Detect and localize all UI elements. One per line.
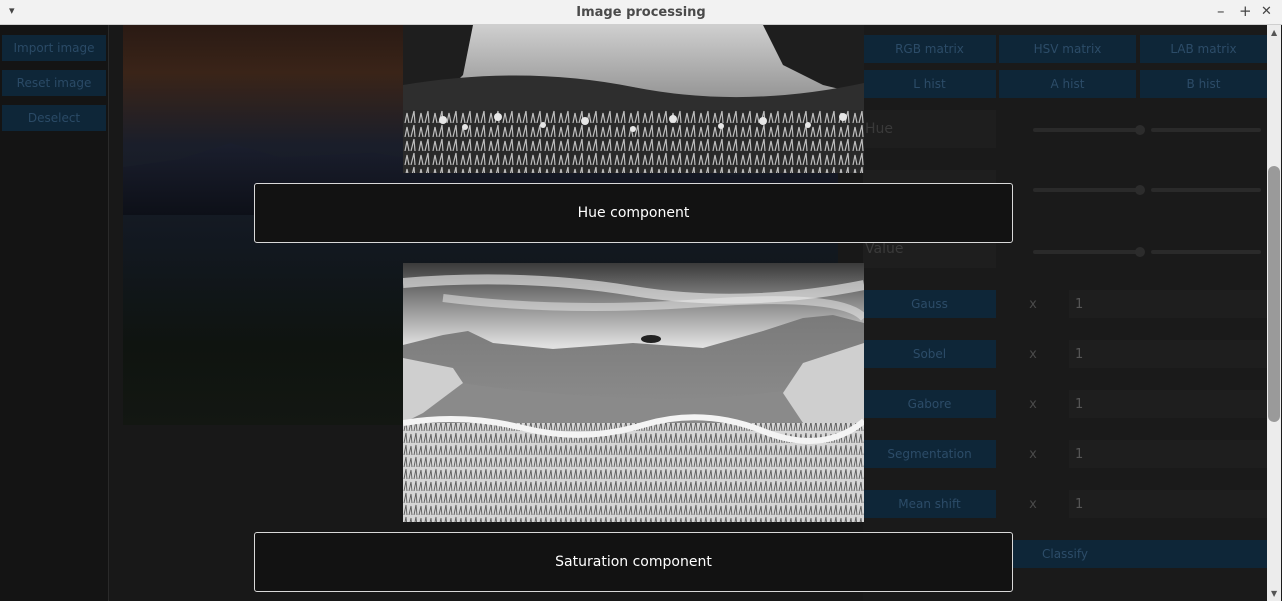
- value-slider-min[interactable]: [1033, 250, 1143, 254]
- close-icon[interactable]: ✕: [1261, 4, 1272, 19]
- right-panel: RGB matrix HSV matrix LAB matrix L hist …: [863, 25, 1267, 601]
- mean-shift-value-field[interactable]: 1: [1069, 490, 1267, 518]
- b-hist-button[interactable]: B hist: [1140, 70, 1267, 98]
- saturation-slider-max[interactable]: [1151, 188, 1261, 192]
- value-slider-handle[interactable]: [1135, 247, 1145, 257]
- gabore-button[interactable]: Gabore: [863, 390, 996, 418]
- hue-component-graphic: [403, 25, 864, 173]
- mean-shift-button[interactable]: Mean shift: [863, 490, 996, 518]
- maximize-icon[interactable]: +: [1239, 2, 1252, 20]
- segmentation-value-field[interactable]: 1: [1069, 440, 1267, 468]
- segmentation-x-label: x: [1029, 447, 1037, 462]
- hue-slider-handle[interactable]: [1135, 125, 1145, 135]
- gauss-value-field[interactable]: 1: [1069, 290, 1267, 318]
- saturation-slider-min[interactable]: [1033, 188, 1143, 192]
- minimize-icon[interactable]: –: [1217, 2, 1225, 20]
- window-titlebar: ▾ Image processing – + ✕: [0, 0, 1282, 25]
- hsv-matrix-button[interactable]: HSV matrix: [999, 35, 1136, 63]
- window-title: Image processing: [576, 5, 706, 20]
- gauss-button[interactable]: Gauss: [863, 290, 996, 318]
- scrollbar-thumb[interactable]: [1268, 166, 1280, 422]
- value-slider-label: Value: [865, 241, 904, 257]
- l-hist-button[interactable]: L hist: [863, 70, 996, 98]
- hue-slider-min[interactable]: [1033, 128, 1143, 132]
- gabore-value-field[interactable]: 1: [1069, 390, 1267, 418]
- hue-component-caption: Hue component: [254, 183, 1013, 243]
- hue-slider-label: Hue: [865, 121, 894, 137]
- reset-image-button[interactable]: Reset image: [2, 70, 106, 96]
- value-slider-max[interactable]: [1151, 250, 1261, 254]
- left-panel: Import image Reset image Deselect: [0, 25, 109, 601]
- sobel-value-field[interactable]: 1: [1069, 340, 1267, 368]
- saturation-component-graphic: [403, 263, 864, 522]
- a-hist-button[interactable]: A hist: [999, 70, 1136, 98]
- lab-matrix-button[interactable]: LAB matrix: [1140, 35, 1267, 63]
- scroll-down-icon[interactable]: ▼: [1271, 589, 1277, 598]
- scroll-up-icon[interactable]: ▲: [1271, 28, 1277, 37]
- mean-shift-x-label: x: [1029, 497, 1037, 512]
- deselect-button[interactable]: Deselect: [2, 105, 106, 131]
- hue-component-image: [403, 25, 864, 173]
- gauss-x-label: x: [1029, 297, 1037, 312]
- hue-slider-max[interactable]: [1151, 128, 1261, 132]
- import-image-button[interactable]: Import image: [2, 35, 106, 61]
- gabore-x-label: x: [1029, 397, 1037, 412]
- sobel-button[interactable]: Sobel: [863, 340, 996, 368]
- saturation-component-caption: Saturation component: [254, 532, 1013, 592]
- rgb-matrix-button[interactable]: RGB matrix: [863, 35, 996, 63]
- saturation-slider-handle[interactable]: [1135, 185, 1145, 195]
- sobel-x-label: x: [1029, 347, 1037, 362]
- saturation-component-image: [403, 263, 864, 522]
- segmentation-button[interactable]: Segmentation: [863, 440, 996, 468]
